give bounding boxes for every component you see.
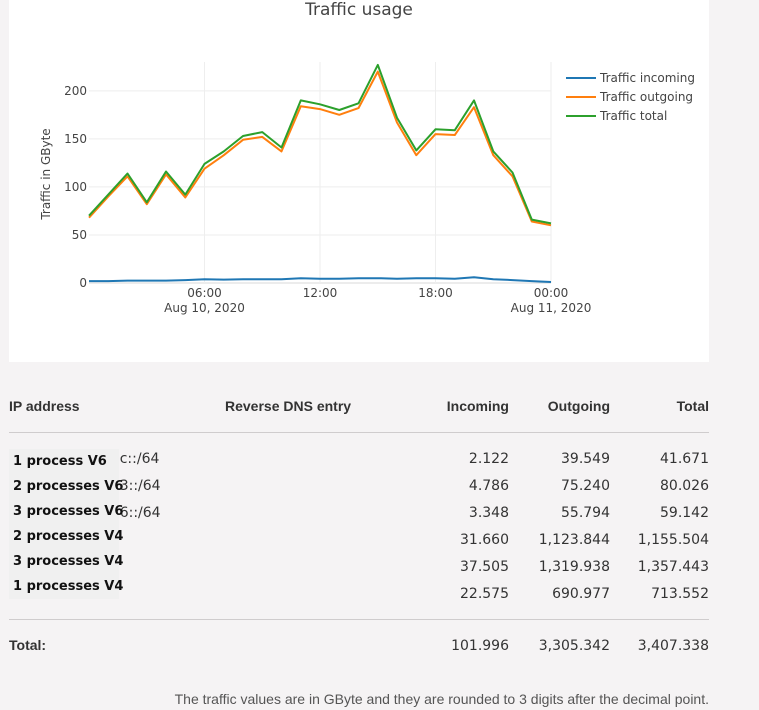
overlay-label: 1 process V6 [13, 454, 107, 469]
header-divider [9, 432, 709, 433]
overlay-label: 3 processes V6 [13, 504, 124, 519]
traffic-chart-panel: Traffic usage Traffic in GByte 0 50 100 150… [9, 0, 709, 362]
y-tick-label: 200 [64, 84, 87, 98]
grid [89, 62, 552, 284]
total-cell: 1,155.504 [637, 532, 709, 548]
y-tick-label: 100 [64, 180, 87, 194]
header-outgoing[interactable]: Outgoing [548, 398, 610, 414]
legend-item[interactable]: Traffic outgoing [566, 90, 693, 104]
legend-item[interactable]: Traffic incoming [566, 71, 695, 85]
incoming-cell: 2.122 [468, 451, 509, 467]
x-tick-sublabel: Aug 10, 2020 [164, 301, 245, 315]
x-tick-label: 18:00 [418, 286, 453, 300]
total-total: 3,407.338 [637, 638, 709, 654]
header-reverse-dns[interactable]: Reverse DNS entry [225, 398, 351, 414]
header-total[interactable]: Total [677, 398, 709, 414]
ip-address-cell: ːc::/64 [115, 451, 160, 467]
outgoing-cell: 75.240 [561, 478, 610, 494]
y-tick-label: 0 [79, 276, 87, 290]
outgoing-cell: 39.549 [561, 451, 610, 467]
legend-label: Traffic total [599, 109, 667, 123]
overlay-label: 1 processes V4 [13, 579, 124, 594]
outgoing-cell: 1,123.844 [538, 532, 610, 548]
y-ticks: 0 50 100 150 200 [64, 84, 87, 290]
overlay-label: 2 processes V4 [13, 529, 124, 544]
total-cell: 41.671 [660, 451, 709, 467]
incoming-cell: 37.505 [460, 559, 509, 575]
overlay-label: 3 processes V4 [13, 554, 124, 569]
total-label: Total: [9, 637, 47, 653]
y-tick-label: 150 [64, 132, 87, 146]
overlay-label: 2 processes V6 [13, 479, 124, 494]
y-axis-label: Traffic in GByte [39, 128, 53, 220]
footnote: The traffic values are in GByte and they… [174, 691, 709, 707]
x-tick-label: 00:00 [534, 286, 569, 300]
x-tick-label: 06:00 [187, 286, 222, 300]
total-cell: 80.026 [660, 478, 709, 494]
incoming-cell: 22.575 [460, 586, 509, 602]
total-incoming: 101.996 [451, 638, 509, 654]
header-ip-address[interactable]: IP address [9, 398, 80, 414]
x-tick-sublabel: Aug 11, 2020 [511, 301, 592, 315]
traffic-chart: Traffic usage Traffic in GByte 0 50 100 150… [39, 0, 695, 315]
legend[interactable]: Traffic incoming Traffic outgoing Traffic … [566, 71, 695, 123]
total-cell: 59.142 [660, 505, 709, 521]
outgoing-cell: 55.794 [561, 505, 610, 521]
header-incoming[interactable]: Incoming [447, 398, 509, 414]
legend-item[interactable]: Traffic total [566, 109, 667, 123]
ip-redaction-overlay: 1 process V6 2 processes V6 3 processes … [9, 449, 123, 599]
total-cell: 713.552 [651, 586, 709, 602]
chart-title: Traffic usage [304, 0, 413, 20]
total-cell: 1,357.443 [637, 559, 709, 575]
outgoing-cell: 1,319.938 [538, 559, 610, 575]
x-ticks: 06:00Aug 10, 2020 12:00 18:00 00:00Aug 11, … [164, 286, 591, 315]
total-outgoing: 3,305.342 [538, 638, 610, 654]
incoming-cell: 4.786 [468, 478, 509, 494]
incoming-cell: 3.348 [468, 505, 509, 521]
y-tick-label: 50 [72, 228, 87, 242]
incoming-cell: 31.660 [460, 532, 509, 548]
totals-divider [9, 619, 709, 620]
outgoing-cell: 690.977 [552, 586, 610, 602]
legend-label: Traffic outgoing [599, 90, 693, 104]
x-tick-label: 12:00 [303, 286, 338, 300]
legend-label: Traffic incoming [599, 71, 695, 85]
